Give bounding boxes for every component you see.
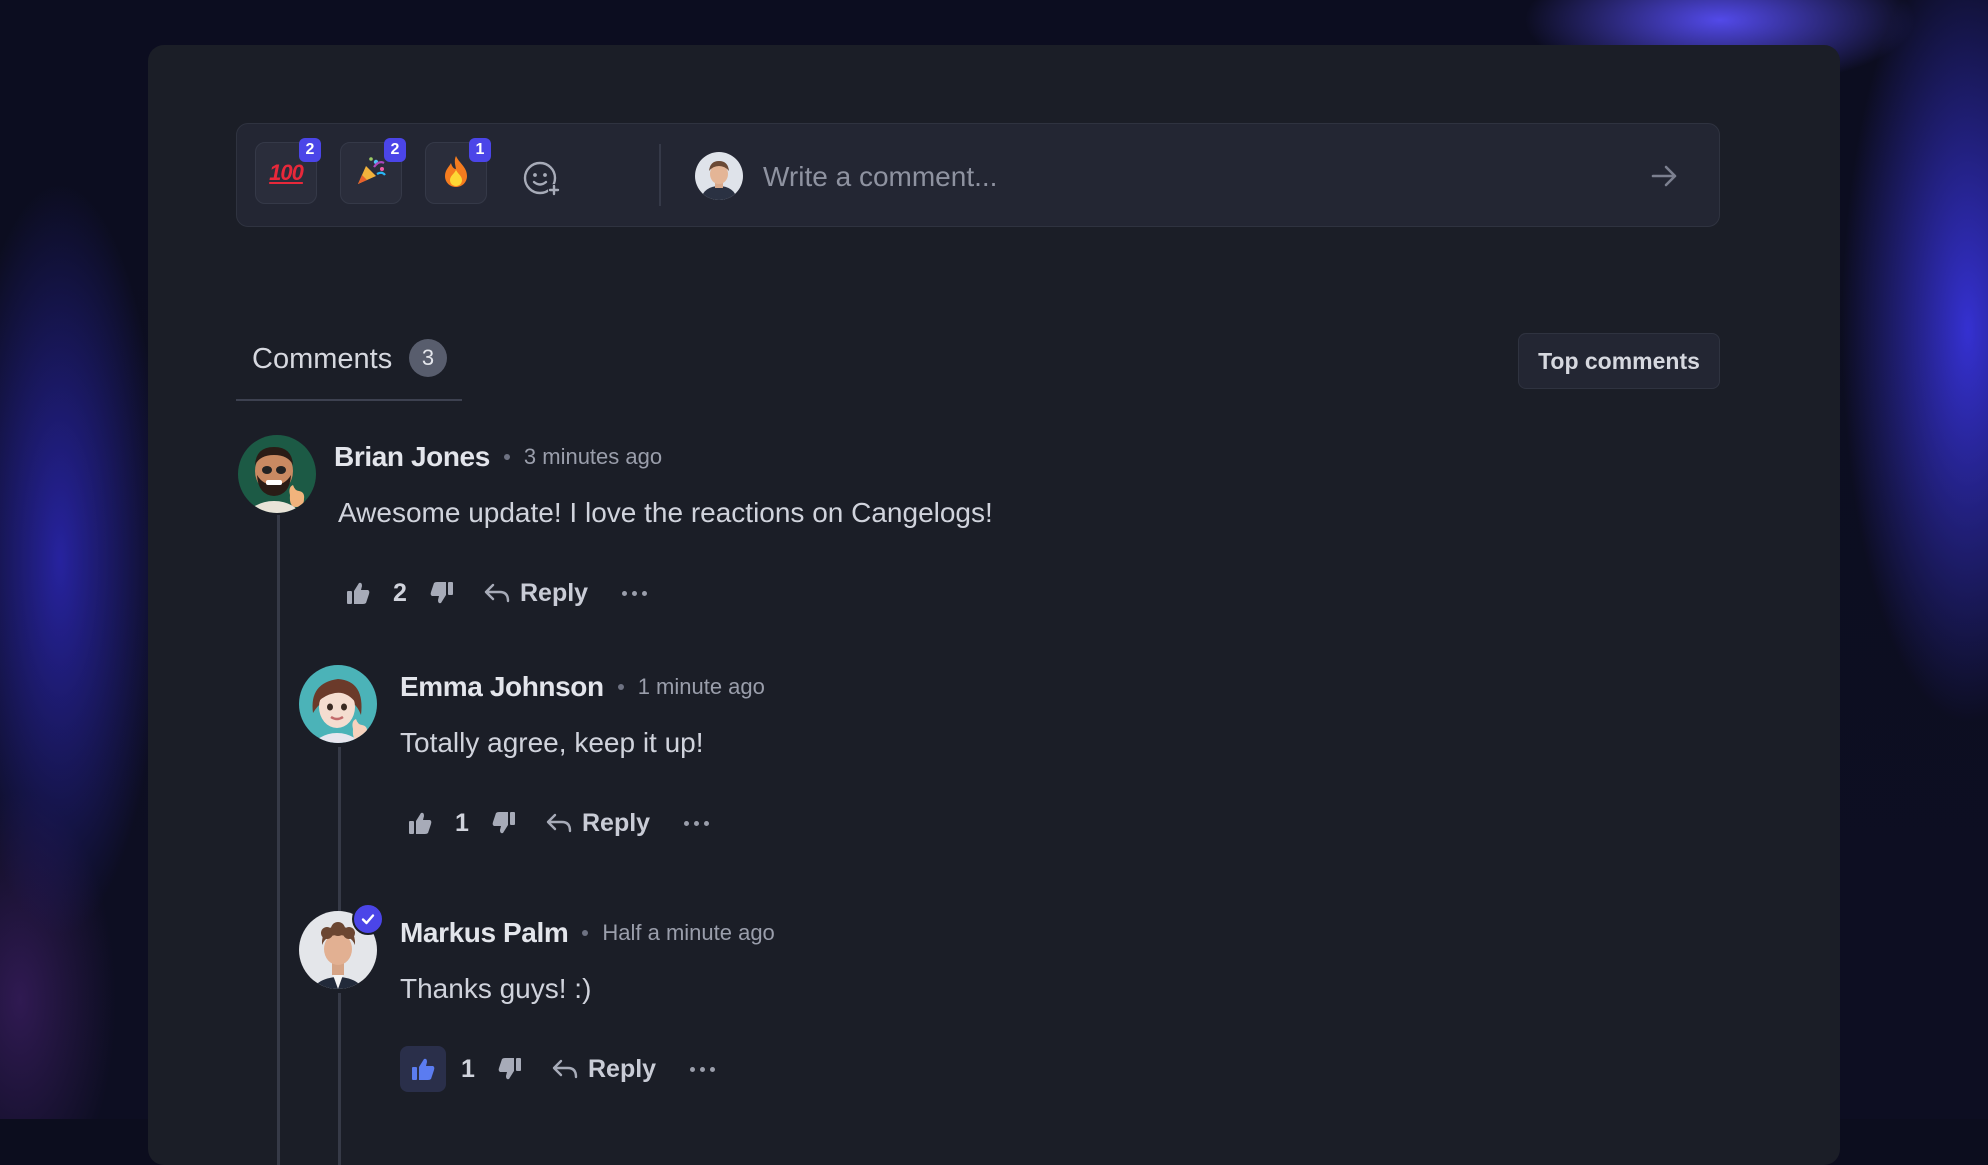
more-options-icon[interactable] xyxy=(622,590,648,596)
thumbs-up-icon[interactable] xyxy=(400,803,440,843)
reply-label: Reply xyxy=(520,578,589,607)
comment-header: Markus Palm Half a minute ago xyxy=(400,911,775,955)
thumbs-up-icon[interactable] xyxy=(400,1046,446,1092)
verified-badge-icon xyxy=(352,903,384,935)
like-count: 2 xyxy=(393,578,407,607)
thumbs-down-icon[interactable] xyxy=(422,573,462,613)
comment-actions: 1 Reply xyxy=(400,801,710,845)
reaction-count-badge: 2 xyxy=(299,138,321,162)
author-name[interactable]: Emma Johnson xyxy=(400,671,604,703)
send-arrow-icon[interactable] xyxy=(1647,160,1683,192)
comment-input[interactable] xyxy=(761,154,1645,200)
more-options-icon[interactable] xyxy=(690,1066,716,1072)
add-reaction-icon[interactable] xyxy=(521,158,561,198)
tab-label: Comments xyxy=(252,343,393,375)
reply-arrow-icon xyxy=(546,813,572,833)
reaction-party-button[interactable]: 2 xyxy=(340,138,406,204)
comment-header: Brian Jones 3 minutes ago xyxy=(334,435,662,479)
sort-top-comments-button[interactable]: Top comments xyxy=(1518,333,1720,389)
current-user-avatar xyxy=(695,152,743,200)
author-name[interactable]: Brian Jones xyxy=(334,441,490,473)
separator-dot xyxy=(582,930,589,936)
comment-timestamp: 3 minutes ago xyxy=(523,444,663,469)
reaction-count-badge: 1 xyxy=(469,138,491,162)
reaction-100-button[interactable]: 100 2 xyxy=(255,138,321,204)
separator-dot xyxy=(617,684,624,690)
reply-label: Reply xyxy=(582,808,651,837)
hundred-points-icon: 100 xyxy=(269,160,304,185)
more-options-icon[interactable] xyxy=(684,820,710,826)
reply-button[interactable]: Reply xyxy=(552,1055,656,1084)
comment-text: Thanks guys! :) xyxy=(400,973,592,1004)
thumbs-up-icon[interactable] xyxy=(338,573,378,613)
tab-comments[interactable]: Comments 3 xyxy=(236,335,462,401)
separator-dot xyxy=(503,454,510,460)
reply-label: Reply xyxy=(588,1054,657,1083)
comment-text: Awesome update! I love the reactions on … xyxy=(338,497,993,528)
avatar-brian-jones[interactable] xyxy=(238,435,316,513)
like-count: 1 xyxy=(455,808,469,837)
thumbs-down-icon[interactable] xyxy=(490,1049,530,1089)
reply-arrow-icon xyxy=(552,1059,578,1079)
comment-actions: 2 Reply xyxy=(338,571,648,615)
comment-count-badge: 3 xyxy=(409,339,447,377)
comment-composer: 100 2 2 1 Write a comment... xyxy=(236,123,1720,227)
thread-line xyxy=(338,747,341,927)
composer-divider xyxy=(659,144,661,206)
comment-text: Totally agree, keep it up! xyxy=(400,727,704,758)
party-popper-icon xyxy=(354,154,388,193)
thread-line xyxy=(338,993,341,1165)
like-count: 1 xyxy=(461,1054,475,1083)
changelog-card: 100 2 2 1 Write a comment... Comments 3 … xyxy=(148,45,1840,1165)
comment-timestamp: Half a minute ago xyxy=(602,920,775,945)
reply-button[interactable]: Reply xyxy=(546,809,650,838)
comment-header: Emma Johnson 1 minute ago xyxy=(400,665,765,709)
reply-arrow-icon xyxy=(484,583,510,603)
thumbs-down-icon[interactable] xyxy=(484,803,524,843)
reaction-fire-button[interactable]: 1 xyxy=(425,138,491,204)
reaction-count-badge: 2 xyxy=(384,138,406,162)
fire-icon xyxy=(441,154,471,193)
reply-button[interactable]: Reply xyxy=(484,579,588,608)
avatar-emma-johnson[interactable] xyxy=(299,665,377,743)
comment-timestamp: 1 minute ago xyxy=(637,674,765,699)
thread-line xyxy=(277,515,280,1165)
author-name[interactable]: Markus Palm xyxy=(400,917,569,949)
comment-actions: 1 Reply xyxy=(400,1046,716,1092)
